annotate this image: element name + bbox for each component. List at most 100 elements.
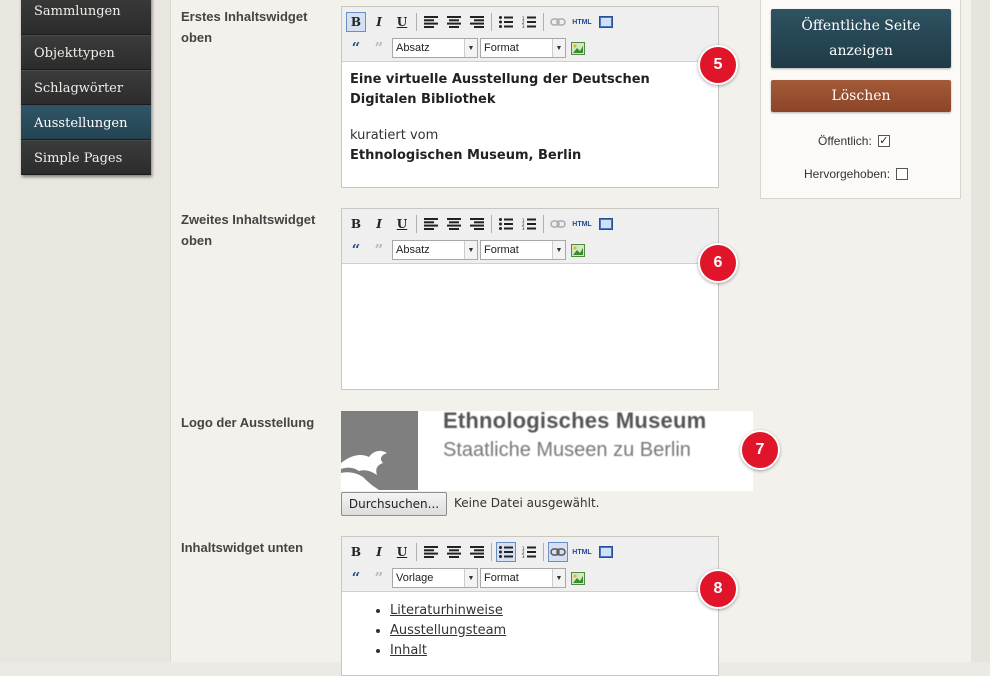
underline-button[interactable]: U — [392, 12, 412, 32]
list-item[interactable]: Inhalt — [390, 641, 710, 661]
paragraph-format-select[interactable]: Absatz ▼ — [392, 38, 478, 58]
toolbar-separator — [416, 543, 417, 561]
image-insert-icon[interactable] — [568, 240, 588, 260]
public-row: Öffentlich: ✓ — [818, 134, 890, 148]
link-icon[interactable] — [548, 214, 568, 234]
toolbar-separator — [543, 543, 544, 561]
chevron-down-icon: ▼ — [464, 569, 477, 587]
fullscreen-icon[interactable] — [596, 214, 616, 234]
label-inhaltswidget-unten: Inhaltswidget unten — [181, 540, 304, 555]
editor-toolbar: B I U 123 HTML “ ” Absatz ▼ Format ▼ — [342, 209, 718, 264]
chevron-down-icon: ▼ — [464, 241, 477, 259]
editor-content-3[interactable]: Literaturhinweise Ausstellungsteam Inhal… — [342, 592, 718, 669]
style-format-select[interactable]: Format ▼ — [480, 568, 566, 588]
content-museum-name: Ethnologischen Museum, Berlin — [350, 148, 582, 163]
featured-row: Hervorgehoben: — [804, 167, 909, 181]
svg-text:3: 3 — [522, 226, 525, 230]
nav-item-sammlungen[interactable]: Sammlungen — [21, 0, 151, 35]
toolbar-separator — [543, 13, 544, 31]
underline-button[interactable]: U — [392, 214, 412, 234]
bold-button[interactable]: B — [346, 12, 366, 32]
paragraph-format-select[interactable]: Absatz ▼ — [392, 240, 478, 260]
label-zweites-inhaltswidget: Zweites Inhaltswidget oben — [181, 212, 316, 248]
numbered-list-icon[interactable]: 123 — [519, 542, 539, 562]
editor-toolbar: B I U 123 HTML “ ” Absatz ▼ Format ▼ — [342, 7, 718, 62]
blockquote-close-icon[interactable]: ” — [369, 38, 389, 58]
select-value: Absatz — [396, 244, 430, 256]
public-label: Öffentlich: — [818, 134, 872, 148]
list-item[interactable]: Ausstellungsteam — [390, 621, 710, 641]
align-left-icon[interactable] — [421, 12, 441, 32]
align-center-icon[interactable] — [444, 542, 464, 562]
list-item[interactable]: Literaturhinweise — [390, 601, 710, 621]
blockquote-close-icon[interactable]: ” — [369, 568, 389, 588]
step-badge-6: 6 — [698, 243, 738, 283]
toolbar-separator — [416, 13, 417, 31]
browse-file-button[interactable]: Durchsuchen... — [341, 492, 447, 516]
view-public-page-button[interactable]: Öffentliche Seite anzeigen — [771, 9, 951, 68]
select-value: Vorlage — [396, 572, 434, 584]
italic-button[interactable]: I — [369, 214, 389, 234]
bullet-list-icon[interactable] — [496, 542, 516, 562]
editor-content-1[interactable]: Eine virtuelle Ausstellung der Deutschen… — [342, 62, 718, 174]
button-label: Öffentliche Seite anzeigen — [801, 17, 921, 59]
blockquote-open-icon[interactable]: “ — [346, 568, 366, 588]
page-background-right — [971, 0, 990, 662]
content-title: Eine virtuelle Ausstellung der Deutschen… — [350, 72, 650, 107]
select-value: Format — [484, 42, 519, 54]
html-source-button[interactable]: HTML — [571, 214, 593, 234]
image-insert-icon[interactable] — [568, 38, 588, 58]
align-right-icon[interactable] — [467, 214, 487, 234]
nav-item-objekttypen[interactable]: Objekttypen — [21, 35, 151, 70]
museum-logo-mark — [341, 411, 418, 490]
paragraph-format-select[interactable]: Vorlage ▼ — [392, 568, 478, 588]
file-status-text: Keine Datei ausgewählt. — [454, 496, 600, 510]
delete-button[interactable]: Löschen — [771, 80, 951, 112]
editor-widget-2: B I U 123 HTML “ ” Absatz ▼ Format ▼ — [341, 208, 719, 390]
align-left-icon[interactable] — [421, 214, 441, 234]
fullscreen-icon[interactable] — [596, 542, 616, 562]
numbered-list-icon[interactable]: 123 — [519, 12, 539, 32]
nav-item-simple-pages[interactable]: Simple Pages — [21, 140, 151, 175]
align-center-icon[interactable] — [444, 12, 464, 32]
align-right-icon[interactable] — [467, 12, 487, 32]
style-format-select[interactable]: Format ▼ — [480, 240, 566, 260]
nav-item-ausstellungen[interactable]: Ausstellungen — [21, 105, 151, 140]
featured-checkbox[interactable] — [896, 168, 909, 180]
numbered-list-icon[interactable]: 123 — [519, 214, 539, 234]
italic-button[interactable]: I — [369, 542, 389, 562]
label-logo: Logo der Ausstellung — [181, 415, 315, 430]
blockquote-open-icon[interactable]: “ — [346, 38, 366, 58]
step-badge-5: 5 — [698, 45, 738, 85]
editor-widget-3: B I U 123 HTML “ ” Vorlage ▼ Format ▼ Lite… — [341, 536, 719, 676]
step-badge-8: 8 — [698, 569, 738, 609]
select-value: Absatz — [396, 42, 430, 54]
align-left-icon[interactable] — [421, 542, 441, 562]
italic-button[interactable]: I — [369, 12, 389, 32]
link-icon[interactable] — [548, 12, 568, 32]
html-source-button[interactable]: HTML — [571, 12, 593, 32]
chevron-down-icon: ▼ — [552, 569, 565, 587]
align-right-icon[interactable] — [467, 542, 487, 562]
bold-button[interactable]: B — [346, 214, 366, 234]
toolbar-separator — [491, 215, 492, 233]
style-format-select[interactable]: Format ▼ — [480, 38, 566, 58]
content-line: kuratiert vom — [350, 128, 439, 143]
label-erstes-inhaltswidget: Erstes Inhaltswidget oben — [181, 9, 308, 45]
blockquote-close-icon[interactable]: ” — [369, 240, 389, 260]
image-insert-icon[interactable] — [568, 568, 588, 588]
fullscreen-icon[interactable] — [596, 12, 616, 32]
bullet-list-icon[interactable] — [496, 214, 516, 234]
nav-item-schlagwoerter[interactable]: Schlagwörter — [21, 70, 151, 105]
bold-button[interactable]: B — [346, 542, 366, 562]
toolbar-separator — [491, 543, 492, 561]
editor-content-2[interactable] — [342, 264, 718, 390]
align-center-icon[interactable] — [444, 214, 464, 234]
html-source-button[interactable]: HTML — [571, 542, 593, 562]
underline-button[interactable]: U — [392, 542, 412, 562]
chevron-down-icon: ▼ — [552, 241, 565, 259]
public-checkbox[interactable]: ✓ — [877, 135, 890, 147]
blockquote-open-icon[interactable]: “ — [346, 240, 366, 260]
bullet-list-icon[interactable] — [496, 12, 516, 32]
link-icon[interactable] — [548, 542, 568, 562]
